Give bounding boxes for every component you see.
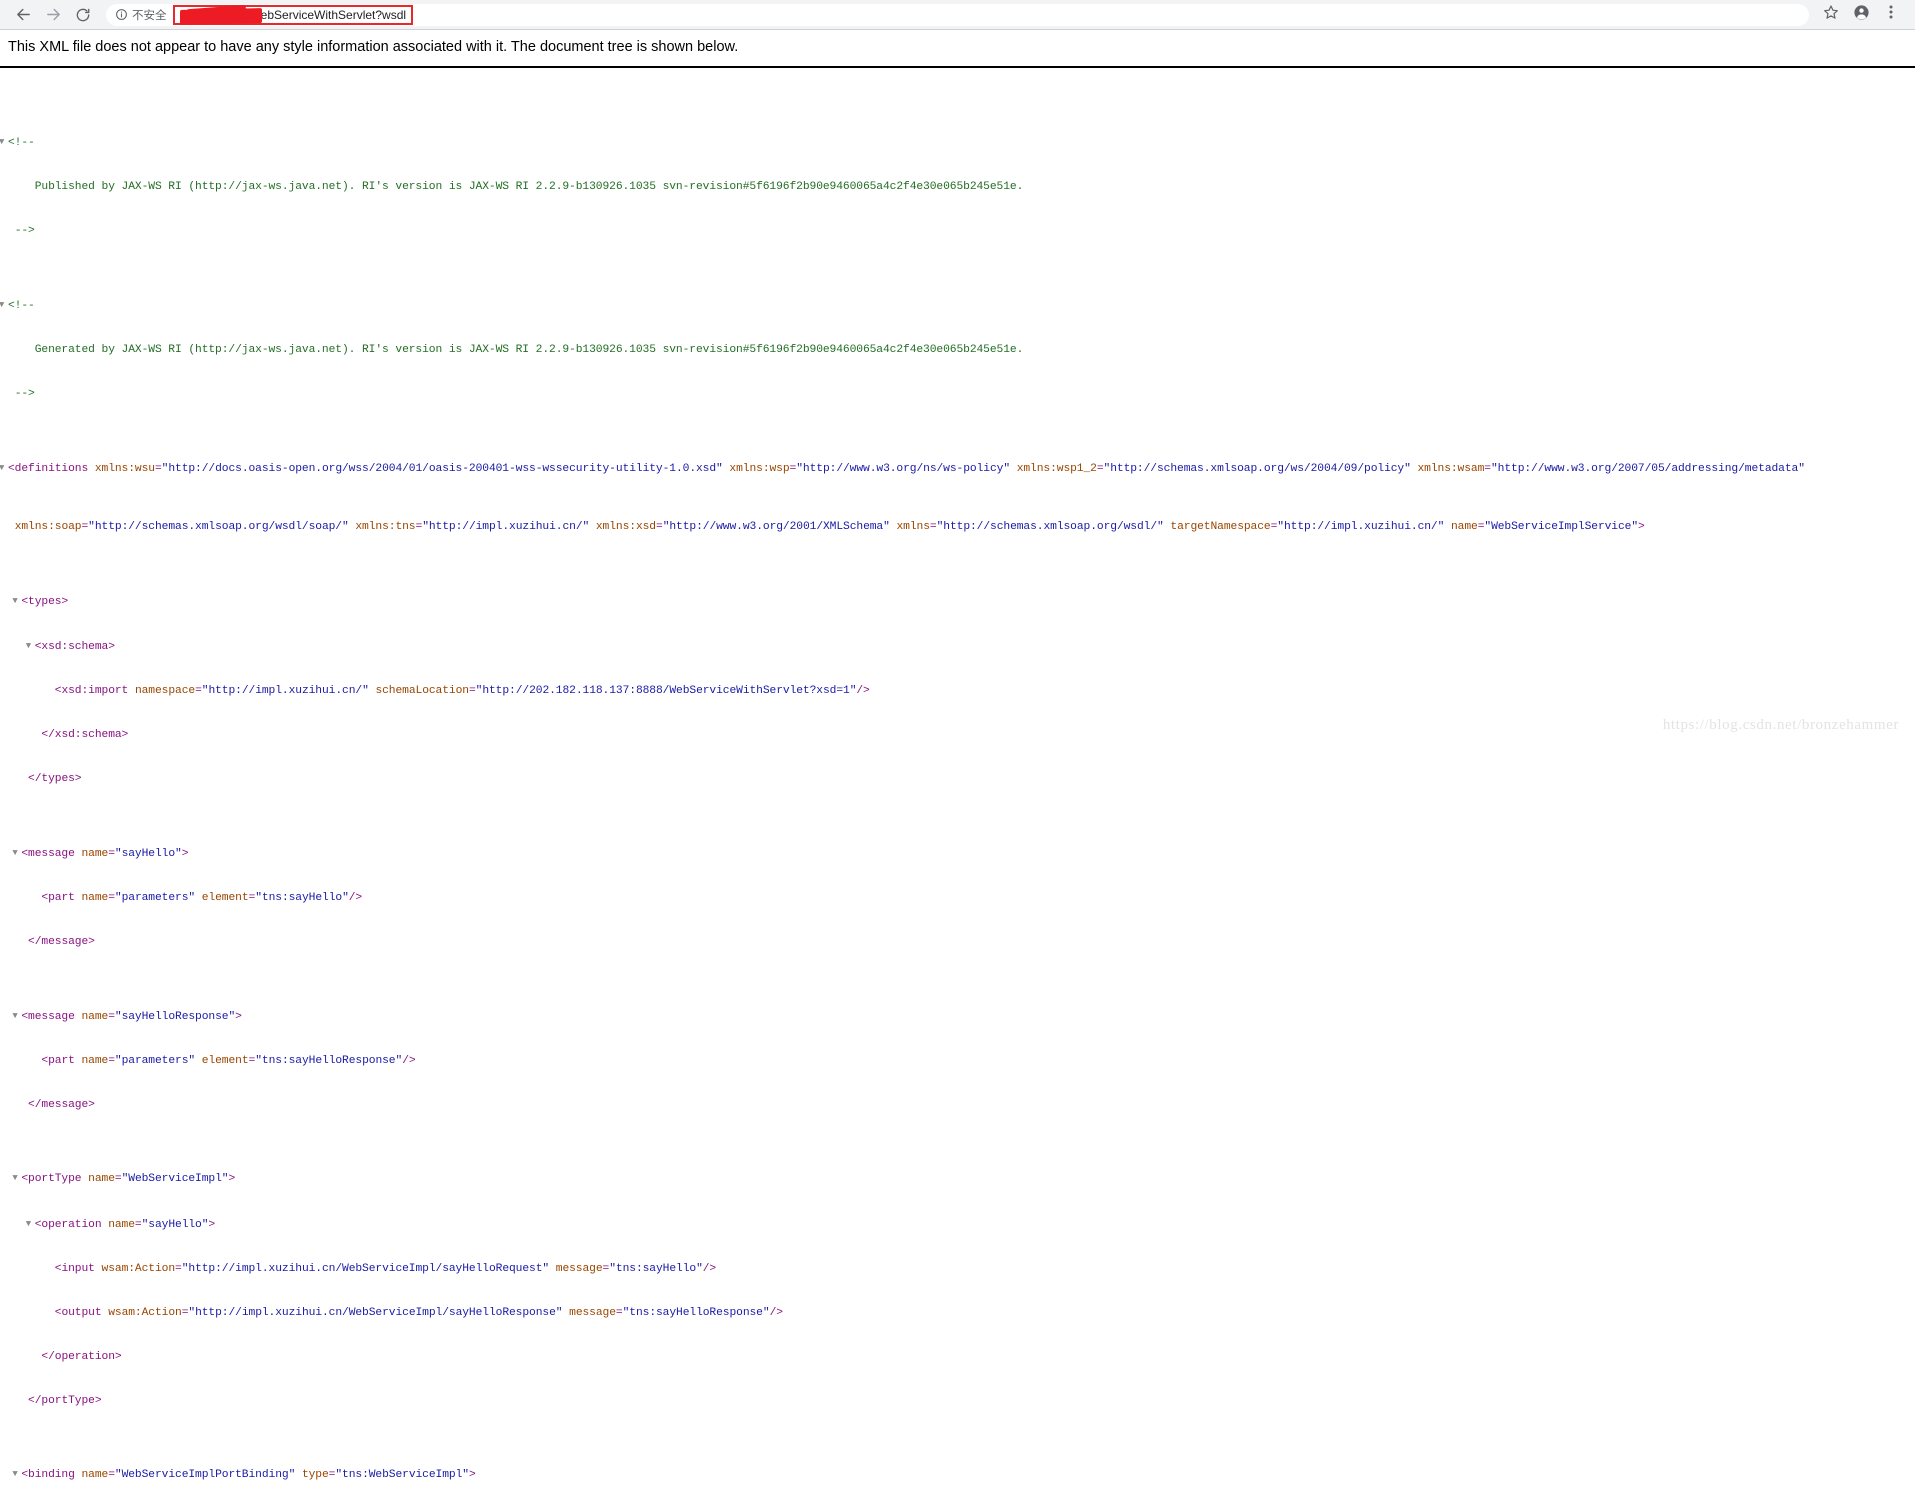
types-close-tag: </types>	[28, 773, 82, 786]
message-close-tag: </message>	[28, 936, 95, 949]
disclosure-triangle-icon[interactable]: ▼	[12, 594, 21, 609]
operation-close-tag: </operation>	[41, 1350, 122, 1363]
comment-block: ▼ <!--	[0, 299, 35, 312]
disclosure-triangle-icon[interactable]: ▼	[26, 1217, 35, 1232]
reload-button[interactable]	[70, 2, 96, 28]
xml-document-tree: ▼ <!-- Published by JAX-WS RI (http://jax…	[0, 76, 1915, 1488]
url-redaction-mark	[179, 7, 262, 25]
notice-divider	[0, 66, 1915, 69]
part-tag: <part name="parameters" element="tns:say…	[41, 892, 363, 905]
toolbar-actions	[1817, 2, 1905, 28]
output-tag: <output wsam:Action="http://impl.xuzihui…	[54, 1306, 783, 1319]
security-status-label: 不安全	[132, 9, 167, 22]
comment-block: ▼ <!--	[0, 137, 35, 150]
comment-close: -->	[14, 225, 35, 238]
message-open-tag: ▼ <message name="sayHelloResponse">	[12, 1009, 242, 1024]
operation-open-tag: ▼ <operation name="sayHello">	[25, 1217, 216, 1232]
reload-icon	[75, 7, 91, 23]
comment-body: Published by JAX-WS RI (http://jax-ws.ja…	[34, 181, 1024, 194]
message-close-tag: </message>	[28, 1098, 95, 1111]
url-highlight-box[interactable]: 18.137:8888/WebServiceWithServlet?wsdl	[172, 4, 414, 25]
definitions-attrs-line2: xmlns:soap="http://schemas.xmlsoap.org/w…	[14, 521, 1645, 534]
xsd-import-tag: <xsd:import namespace="http://impl.xuzih…	[54, 685, 870, 698]
schema-close-tag: </xsd:schema>	[41, 729, 129, 742]
porttype-close-tag: </portType>	[28, 1394, 102, 1407]
disclosure-triangle-icon[interactable]: ▼	[12, 1171, 21, 1186]
browser-toolbar: 不安全 18.137:8888/WebServiceWithServlet?ws…	[0, 0, 1915, 30]
blog-watermark: https://blog.csdn.net/bronzehammer	[1662, 717, 1899, 733]
disclosure-triangle-icon[interactable]: ▼	[26, 639, 35, 654]
browser-menu-button[interactable]	[1877, 2, 1905, 28]
disclosure-triangle-icon[interactable]: ▼	[0, 298, 8, 313]
arrow-left-icon	[15, 6, 32, 23]
star-icon	[1823, 4, 1839, 25]
three-dot-menu-icon	[1884, 4, 1898, 25]
comment-close: -->	[14, 388, 35, 401]
binding-open-tag: ▼ <binding name="WebServiceImplPortBindin…	[12, 1467, 476, 1482]
bookmark-button[interactable]	[1817, 2, 1845, 28]
disclosure-triangle-icon[interactable]: ▼	[12, 1467, 21, 1482]
types-open-tag: ▼ <types>	[12, 594, 69, 609]
comment-body: Generated by JAX-WS RI (http://jax-ws.ja…	[34, 344, 1024, 357]
address-bar[interactable]: 不安全 18.137:8888/WebServiceWithServlet?ws…	[106, 3, 1809, 26]
message-open-tag: ▼ <message name="sayHello">	[12, 846, 189, 861]
disclosure-triangle-icon[interactable]: ▼	[12, 1009, 21, 1024]
xml-viewer-page: This XML file does not appear to have an…	[0, 30, 1915, 1481]
disclosure-triangle-icon[interactable]: ▼	[0, 135, 8, 150]
arrow-right-icon	[45, 6, 62, 23]
xml-style-notice: This XML file does not appear to have an…	[8, 39, 739, 55]
profile-button[interactable]	[1847, 2, 1875, 28]
schema-open-tag: ▼ <xsd:schema>	[25, 639, 115, 654]
back-button[interactable]	[10, 2, 36, 28]
part-tag: <part name="parameters" element="tns:say…	[41, 1054, 416, 1067]
disclosure-triangle-icon[interactable]: ▼	[12, 846, 21, 861]
porttype-open-tag: ▼ <portType name="WebServiceImpl">	[12, 1171, 236, 1186]
input-tag: <input wsam:Action="http://impl.xuzihui.…	[54, 1262, 717, 1275]
forward-button[interactable]	[40, 2, 66, 28]
account-avatar-icon	[1853, 4, 1870, 26]
definitions-open-tag: ▼ <definitions xmlns:wsu="http://docs.oas…	[0, 462, 1805, 475]
disclosure-triangle-icon[interactable]: ▼	[0, 461, 8, 476]
info-circle-icon[interactable]	[114, 8, 128, 22]
